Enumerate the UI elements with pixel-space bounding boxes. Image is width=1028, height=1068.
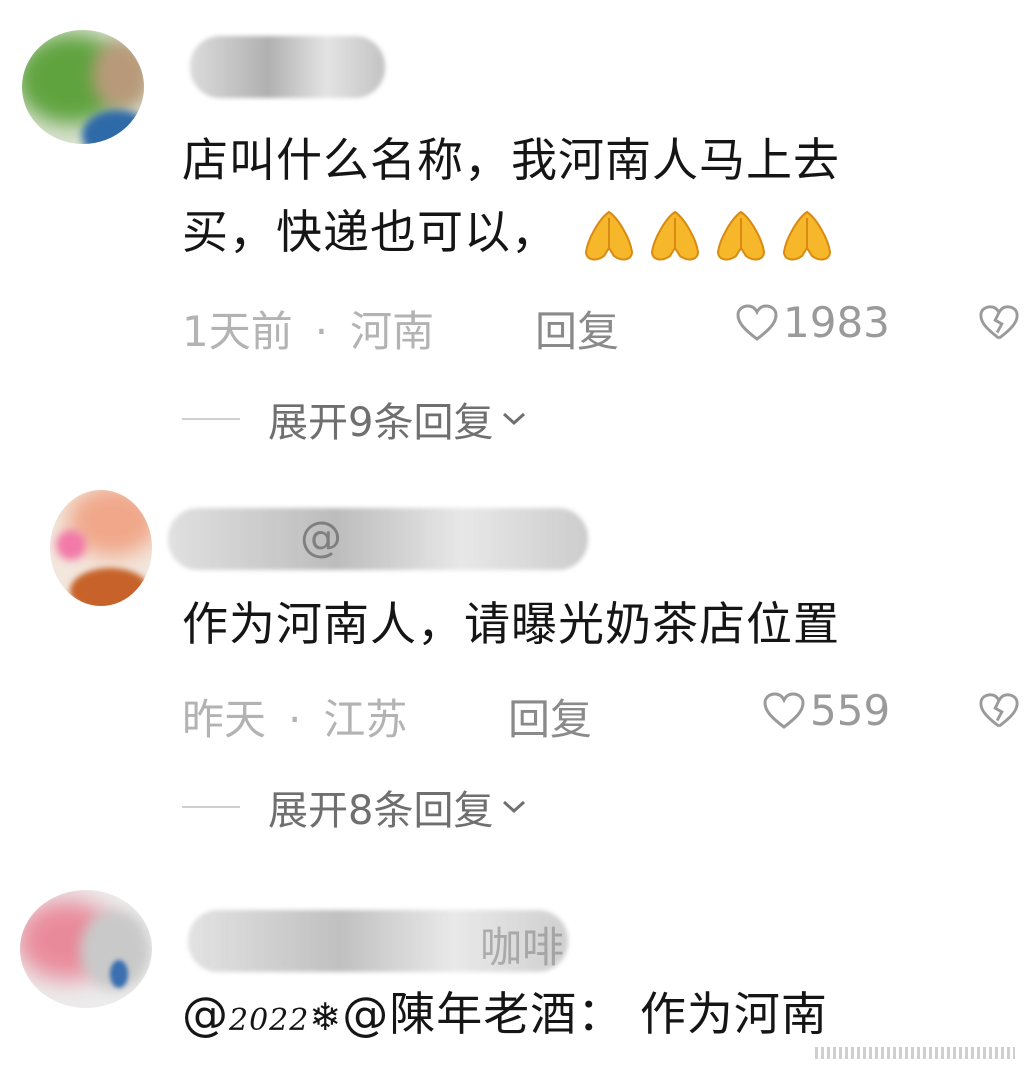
snowflake-icon: ❄ [309,995,343,1039]
like-button[interactable]: 559 [762,686,890,735]
reply-button[interactable]: 回复 [508,686,592,747]
mention-link[interactable]: @陳年老酒 [342,987,577,1041]
comment-3: 咖啡 @2022❄@陳年老酒： 作为河南 [0,870,1028,1068]
username-blurred[interactable] [190,36,385,98]
watermark [815,1047,1015,1059]
timestamp: 昨天 [182,695,267,744]
avatar[interactable] [50,490,152,606]
comment-text: 店叫什么名称，我河南人马上去 买，快递也可以， [182,124,840,268]
chevron-down-icon [503,800,526,814]
styled-year: 2022 [229,1003,310,1038]
username-fragment: 咖啡 [480,923,565,972]
divider [182,418,240,420]
like-count: 1983 [783,298,890,347]
pray-hands-icon [584,210,633,260]
heart-icon [736,303,778,341]
pray-hands-icon [782,210,831,260]
comment-text: @2022❄@陳年老酒： 作为河南 [182,987,828,1041]
comment-text: 作为河南人，请曝光奶茶店位置 [182,597,840,651]
location: 河南 [350,307,435,356]
avatar[interactable] [22,30,144,144]
pray-hands-icon [650,210,699,260]
divider [182,806,240,808]
comment-1: 店叫什么名称，我河南人马上去 买，快递也可以， 1天前 · 河南 回复 1983 展… [0,0,1028,460]
heart-icon [763,691,805,729]
username-fragment: @ [300,512,342,561]
broken-heart-icon[interactable] [978,690,1020,732]
pray-hands-icon [716,210,765,260]
timestamp: 1天前 [182,307,293,356]
avatar[interactable] [20,890,152,1008]
location: 江苏 [323,695,408,744]
chevron-down-icon [503,412,526,426]
comment-2: @ 作为河南人，请曝光奶茶店位置 昨天 · 江苏 回复 559 展开8条回复 [0,460,1028,870]
comment-meta: 1天前 · 河南 [182,307,435,356]
broken-heart-icon[interactable] [978,302,1020,344]
like-button[interactable]: 1983 [735,298,890,347]
expand-replies[interactable]: 展开8条回复 [182,778,527,836]
username-blurred[interactable] [168,508,588,570]
expand-replies[interactable]: 展开9条回复 [182,390,527,448]
like-count: 559 [810,686,891,735]
comment-meta: 昨天 · 江苏 [182,695,408,744]
reply-button[interactable]: 回复 [535,298,619,359]
